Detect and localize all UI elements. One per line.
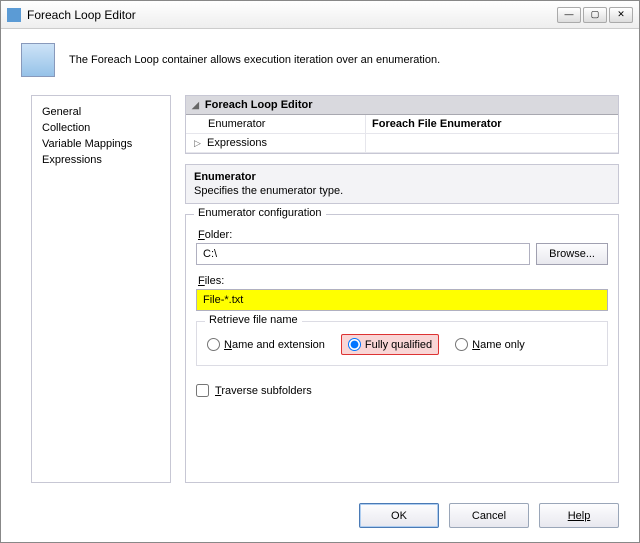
nav-variable-mappings[interactable]: Variable Mappings: [42, 136, 160, 152]
prop-row-expressions[interactable]: ▷ Expressions: [186, 134, 618, 153]
property-grid-title: Foreach Loop Editor: [205, 99, 313, 111]
radio-name-only[interactable]: Name only: [455, 338, 525, 351]
cancel-button[interactable]: Cancel: [449, 503, 529, 528]
enumerator-config: Enumerator configuration Folder: Browse.…: [185, 214, 619, 483]
right-area: ◢ Foreach Loop Editor Enumerator Foreach…: [185, 95, 619, 483]
radio-fully-qualified[interactable]: Fully qualified: [341, 334, 439, 355]
traverse-label: Traverse subfolders: [215, 385, 312, 397]
app-icon: [7, 8, 21, 22]
browse-button[interactable]: Browse...: [536, 243, 608, 265]
radio-name-only-input[interactable]: [455, 338, 468, 351]
header-description: The Foreach Loop container allows execut…: [69, 54, 440, 66]
prop-label: Enumerator: [186, 115, 366, 133]
radio-name-ext[interactable]: Name and extension: [207, 338, 325, 351]
files-input[interactable]: [196, 289, 608, 311]
files-label: Files:: [198, 275, 608, 287]
nav-expressions[interactable]: Expressions: [42, 152, 160, 168]
minimize-button[interactable]: —: [557, 7, 581, 23]
property-grid-header: ◢ Foreach Loop Editor: [186, 96, 618, 115]
description-text: Specifies the enumerator type.: [194, 185, 610, 197]
maximize-button[interactable]: ▢: [583, 7, 607, 23]
traverse-checkbox[interactable]: [196, 384, 209, 397]
radio-name-ext-input[interactable]: [207, 338, 220, 351]
header: The Foreach Loop container allows execut…: [1, 29, 639, 85]
nav-collection[interactable]: Collection: [42, 120, 160, 136]
folder-row: Browse...: [196, 243, 608, 265]
ok-button[interactable]: OK: [359, 503, 439, 528]
collapse-icon[interactable]: ◢: [192, 100, 199, 111]
description-title: Enumerator: [194, 171, 610, 183]
nav-general[interactable]: General: [42, 104, 160, 120]
radio-row: Name and extension Fully qualified Name …: [207, 334, 597, 355]
prop-value[interactable]: Foreach File Enumerator: [366, 115, 618, 133]
footer: OK Cancel Help: [359, 503, 619, 528]
expand-icon[interactable]: ▷: [194, 138, 201, 148]
folder-input[interactable]: [196, 243, 530, 265]
property-grid: ◢ Foreach Loop Editor Enumerator Foreach…: [185, 95, 619, 154]
radio-fully-input[interactable]: [348, 338, 361, 351]
titlebar: Foreach Loop Editor — ▢ ✕: [1, 1, 639, 29]
folder-label: Folder:: [198, 229, 608, 241]
help-button[interactable]: Help: [539, 503, 619, 528]
nav-pane: General Collection Variable Mappings Exp…: [31, 95, 171, 483]
prop-row-enumerator[interactable]: Enumerator Foreach File Enumerator: [186, 115, 618, 134]
traverse-checkbox-row[interactable]: Traverse subfolders: [196, 384, 608, 397]
prop-label: ▷ Expressions: [186, 134, 366, 152]
dialog-window: Foreach Loop Editor — ▢ ✕ The Foreach Lo…: [0, 0, 640, 543]
retrieve-group: Retrieve file name Name and extension Fu…: [196, 321, 608, 366]
config-legend: Enumerator configuration: [194, 207, 326, 219]
body: General Collection Variable Mappings Exp…: [1, 85, 639, 487]
description-pane: Enumerator Specifies the enumerator type…: [185, 164, 619, 204]
window-buttons: — ▢ ✕: [557, 7, 633, 23]
window-title: Foreach Loop Editor: [27, 8, 557, 22]
prop-value[interactable]: [366, 134, 618, 152]
foreach-icon: [21, 43, 55, 77]
retrieve-legend: Retrieve file name: [205, 314, 302, 326]
close-button[interactable]: ✕: [609, 7, 633, 23]
